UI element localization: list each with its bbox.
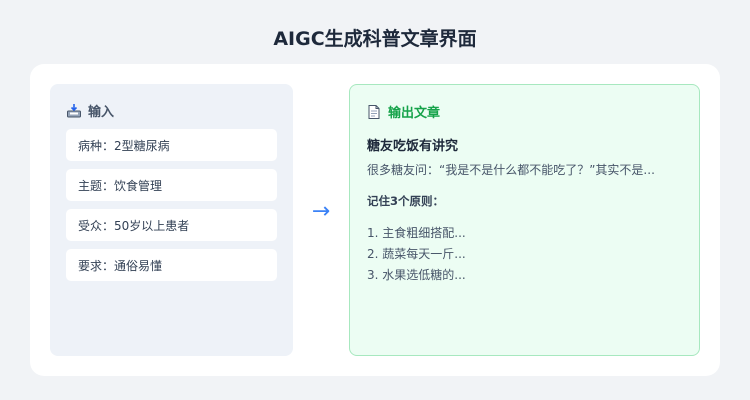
output-panel-header: 输出文章 — [366, 102, 440, 121]
input-panel-header: 输入 — [66, 101, 114, 120]
article: 糖友吃饭有讲究 很多糖友问：“我是不是什么都不能吃了？”其实不是... 记住3个… — [367, 135, 687, 286]
page-document-icon — [366, 104, 382, 120]
input-field-requirement: 要求：通俗易懂 — [66, 249, 277, 281]
principle-item: 1. 主食粗细搭配... — [367, 226, 466, 240]
article-title: 糖友吃饭有讲究 — [367, 139, 459, 154]
page-title: AIGC生成科普文章界面 — [273, 28, 477, 50]
principle-list: 1. 主食粗细搭配... 2. 蔬菜每天一斤... 3. 水果选低糖的... — [367, 223, 687, 286]
input-field-topic: 主题：饮食管理 — [66, 169, 277, 201]
principles-heading: 记住3个原则： — [367, 194, 445, 208]
flow-arrow: → — [311, 199, 331, 224]
input-panel: 输入 病种：2型糖尿病 主题：饮食管理 受众：50岁以上患者 要求：通俗易懂 — [50, 84, 293, 356]
output-panel-label: 输出文章 — [388, 106, 441, 121]
input-field-audience: 受众：50岁以上患者 — [66, 209, 277, 241]
article-intro: 很多糖友问：“我是不是什么都不能吃了？”其实不是... — [367, 163, 655, 177]
main-card: 输入 病种：2型糖尿病 主题：饮食管理 受众：50岁以上患者 要求：通俗易懂 →… — [30, 64, 720, 376]
principle-item: 3. 水果选低糖的... — [367, 268, 466, 282]
input-panel-label: 输入 — [88, 105, 115, 120]
output-panel: 输出文章 糖友吃饭有讲究 很多糖友问：“我是不是什么都不能吃了？”其实不是...… — [349, 84, 700, 356]
input-field-list: 病种：2型糖尿病 主题：饮食管理 受众：50岁以上患者 要求：通俗易懂 — [66, 129, 277, 289]
principle-item: 2. 蔬菜每天一斤... — [367, 247, 466, 261]
inbox-tray-icon — [66, 103, 82, 119]
input-field-disease: 病种：2型糖尿病 — [66, 129, 277, 161]
